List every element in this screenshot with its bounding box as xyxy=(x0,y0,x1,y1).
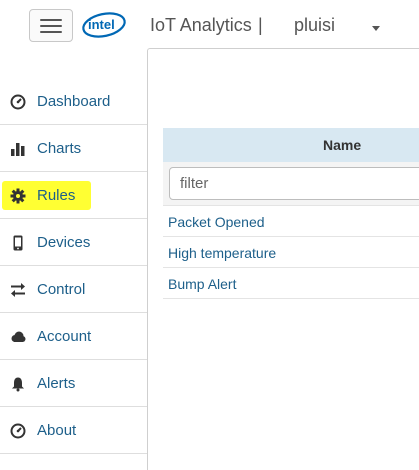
rule-name-link[interactable]: High temperature xyxy=(168,245,276,261)
sidebar-item-label: Rules xyxy=(37,187,76,204)
account-selector[interactable]: pluisi xyxy=(294,15,335,36)
table-row: Bump Alert xyxy=(163,268,419,299)
sidebar-item-about[interactable]: About xyxy=(0,408,147,454)
mobile-device-icon xyxy=(13,235,23,251)
table-row: High temperature xyxy=(163,237,419,268)
bell-icon xyxy=(12,377,24,392)
top-header: intel IoT Analytics | pluisi xyxy=(0,0,419,52)
title-separator: | xyxy=(258,15,263,35)
cloud-icon xyxy=(11,331,26,342)
sidebar-item-devices[interactable]: Devices xyxy=(0,220,147,266)
chevron-down-icon[interactable] xyxy=(372,26,380,31)
sidebar-item-dashboard[interactable]: Dashboard xyxy=(0,79,147,125)
column-header-name[interactable]: Name xyxy=(323,137,361,153)
filter-row xyxy=(163,162,419,206)
dashboard-gauge-icon xyxy=(10,94,26,110)
sidebar-item-label: Control xyxy=(37,281,86,298)
sidebar-item-charts[interactable]: Charts xyxy=(0,126,147,172)
rules-table-header: Name xyxy=(163,128,419,162)
sidebar-item-label: Devices xyxy=(37,234,91,251)
rule-name-link[interactable]: Packet Opened xyxy=(168,214,265,230)
sidebar-item-rules[interactable]: Rules xyxy=(0,173,147,219)
sidebar-item-alerts[interactable]: Alerts xyxy=(0,361,147,407)
bar-chart-icon xyxy=(11,143,25,156)
info-gauge-icon xyxy=(10,423,26,439)
rule-name-link[interactable]: Bump Alert xyxy=(168,276,236,292)
sidebar-item-label: About xyxy=(37,422,77,439)
sidebar-item-control[interactable]: Control xyxy=(0,267,147,313)
hamburger-menu-button[interactable] xyxy=(29,9,73,42)
intel-logo: intel xyxy=(82,12,126,38)
table-row: Packet Opened xyxy=(163,206,419,237)
gear-icon xyxy=(10,188,26,204)
app-title: IoT Analytics xyxy=(150,15,252,35)
sidebar-item-label: Account xyxy=(37,328,92,345)
swap-arrows-icon xyxy=(11,283,25,297)
intel-logo-text: intel xyxy=(88,17,115,32)
filter-input[interactable] xyxy=(169,167,419,200)
sidebar-nav: Dashboard Charts Rules Devices Control A… xyxy=(0,52,147,470)
sidebar-item-label: Alerts xyxy=(37,375,76,392)
sidebar-item-label: Dashboard xyxy=(37,93,111,110)
sidebar-item-label: Charts xyxy=(37,140,82,157)
sidebar-item-account[interactable]: Account xyxy=(0,314,147,360)
